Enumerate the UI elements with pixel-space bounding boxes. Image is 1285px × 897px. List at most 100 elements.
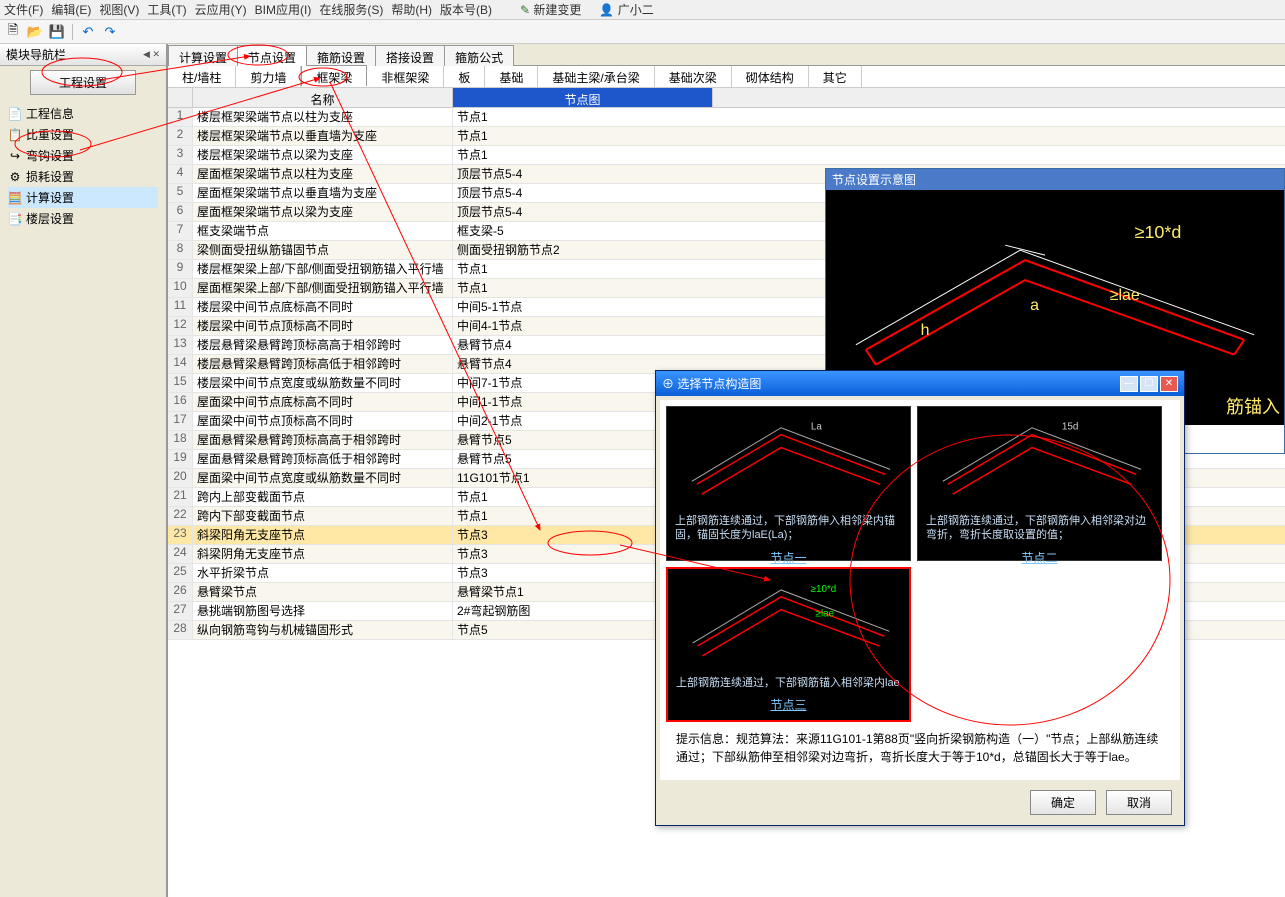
row-name: 悬挑端钢筋图号选择 [193,602,453,620]
subtab-柱/墙柱[interactable]: 柱/墙柱 [168,66,236,87]
row-node: 顶层节点5-4 [453,165,713,183]
new-change-label[interactable]: ✎ 新建变更 [520,1,581,18]
nav-item-icon: 📑 [8,212,22,226]
row-name: 屋面悬臂梁悬臂跨顶标高低于相邻跨时 [193,450,453,468]
nav-item-icon: 📋 [8,128,22,142]
row-index: 10 [168,279,193,297]
nav-item-0[interactable]: 📄工程信息 [8,103,158,124]
row-node: 悬臂节点4 [453,336,713,354]
table-row[interactable]: 2楼层框架梁端节点以垂直墙为支座节点1 [168,127,1285,146]
tab-节点设置[interactable]: 节点设置 [237,45,307,66]
subtab-其它[interactable]: 其它 [809,66,862,87]
row-index: 13 [168,336,193,354]
option-link[interactable]: 节点二 [918,547,1161,568]
row-name: 楼层框架梁端节点以柱为支座 [193,108,453,126]
menu-view[interactable]: 视图(V) [99,1,139,18]
node-option-3[interactable]: ≥10*d≥lae上部钢筋连续通过，下部钢筋锚入相邻梁内lae节点三 [666,567,911,722]
nav-collapse-icon[interactable]: ◀ ✕ [143,49,160,60]
row-index: 20 [168,469,193,487]
row-node: 节点1 [453,146,713,164]
row-index: 17 [168,412,193,430]
tab-计算设置[interactable]: 计算设置 [168,45,238,66]
menu-online[interactable]: 在线服务(S) [319,1,383,18]
subtab-基础次梁[interactable]: 基础次梁 [655,66,732,87]
dialog-titlebar[interactable]: ⊕ 选择节点构造图 — ☐ ✕ [656,371,1184,396]
menu-cloud[interactable]: 云应用(Y) [195,1,247,18]
row-name: 屋面梁中间节点顶标高不同时 [193,412,453,430]
subtab-砌体结构[interactable]: 砌体结构 [732,66,809,87]
node-option-1[interactable]: La上部钢筋连续通过，下部钢筋伸入相邻梁内锚固，锚固长度为laE(La)；节点一 [666,406,911,561]
subtab-基础[interactable]: 基础 [485,66,538,87]
node-option-2[interactable]: 15d上部钢筋连续通过，下部钢筋伸入相邻梁对边弯折，弯折长度取设置的值；节点二 [917,406,1162,561]
nav-item-1[interactable]: 📋比重设置 [8,124,158,145]
menu-bim[interactable]: BIM应用(I) [255,1,312,18]
nav-item-3[interactable]: ⚙损耗设置 [8,166,158,187]
row-name: 楼层框架梁上部/下部/侧面受扭钢筋锚入平行墙 [193,260,453,278]
row-index: 19 [168,450,193,468]
option-link[interactable]: 节点一 [667,547,910,568]
save-icon[interactable]: 💾 [48,23,66,41]
row-index: 2 [168,127,193,145]
row-name: 悬臂梁节点 [193,583,453,601]
upper-tabs: 计算设置节点设置箍筋设置搭接设置箍筋公式 [168,44,1285,66]
col-node[interactable]: 节点图 [453,88,713,107]
menu-edit[interactable]: 编辑(E) [51,1,91,18]
table-row[interactable]: 1楼层框架梁端节点以柱为支座节点1 [168,108,1285,127]
row-index: 26 [168,583,193,601]
option-desc: 上部钢筋连续通过，下部钢筋锚入相邻梁内lae [668,672,909,694]
minimize-icon[interactable]: — [1120,376,1138,392]
menu-tool[interactable]: 工具(T) [147,1,186,18]
menu-version[interactable]: 版本号(B) [440,1,492,18]
nav-item-5[interactable]: 📑楼层设置 [8,208,158,229]
subtab-非框架梁[interactable]: 非框架梁 [367,66,444,87]
table-row[interactable]: 3楼层框架梁端节点以梁为支座节点1 [168,146,1285,165]
cancel-button[interactable]: 取消 [1106,790,1172,815]
row-index: 23 [168,526,193,544]
row-node: 侧面受扭钢筋节点2 [453,241,713,259]
subtab-剪力墙[interactable]: 剪力墙 [236,66,301,87]
maximize-icon[interactable]: ☐ [1140,376,1158,392]
svg-text:≥lae: ≥lae [816,609,835,620]
row-name: 楼层梁中间节点底标高不同时 [193,298,453,316]
menu-help[interactable]: 帮助(H) [391,1,432,18]
col-index [168,88,193,107]
nav-item-4[interactable]: 🧮计算设置 [8,187,158,208]
row-index: 12 [168,317,193,335]
row-index: 24 [168,545,193,563]
close-icon[interactable]: ✕ [1160,376,1178,392]
tab-箍筋公式[interactable]: 箍筋公式 [444,45,514,66]
row-index: 27 [168,602,193,620]
subtab-框架梁[interactable]: 框架梁 [301,65,367,86]
row-name: 纵向钢筋弯钩与机械锚固形式 [193,621,453,639]
subtab-基础主梁/承台梁[interactable]: 基础主梁/承台梁 [538,66,654,87]
tab-搭接设置[interactable]: 搭接设置 [375,45,445,66]
row-node: 节点1 [453,279,713,297]
row-index: 16 [168,393,193,411]
row-name: 屋面梁中间节点宽度或纵筋数量不同时 [193,469,453,487]
row-name: 屋面框架梁上部/下部/侧面受扭钢筋锚入平行墙 [193,279,453,297]
option-link[interactable]: 节点三 [668,694,909,715]
menu-file[interactable]: 文件(F) [4,1,43,18]
open-icon[interactable]: 📂 [26,23,44,41]
user-label[interactable]: 👤 广小二 [599,1,653,18]
nav-item-label: 计算设置 [26,189,74,206]
toolbar: 🗎 📂 💾 ↶ ↷ [0,20,1285,44]
menubar: 文件(F) 编辑(E) 视图(V) 工具(T) 云应用(Y) BIM应用(I) … [0,0,1285,20]
row-node: 中间5-1节点 [453,298,713,316]
tab-箍筋设置[interactable]: 箍筋设置 [306,45,376,66]
new-icon[interactable]: 🗎 [4,23,22,41]
nav-item-icon: ⚙ [8,170,22,184]
row-index: 3 [168,146,193,164]
row-index: 22 [168,507,193,525]
subtab-板[interactable]: 板 [444,66,485,87]
lower-tabs: 柱/墙柱剪力墙框架梁非框架梁板基础基础主梁/承台梁基础次梁砌体结构其它 [168,66,1285,88]
nav-item-2[interactable]: ↪弯钩设置 [8,145,158,166]
col-name[interactable]: 名称 [193,88,453,107]
row-index: 25 [168,564,193,582]
nav-title: 模块导航栏 ◀ ✕ [0,44,166,66]
undo-icon[interactable]: ↶ [79,23,97,41]
label-h: h [921,322,930,339]
ok-button[interactable]: 确定 [1030,790,1096,815]
project-settings-button[interactable]: 工程设置 [30,70,136,95]
redo-icon[interactable]: ↷ [101,23,119,41]
